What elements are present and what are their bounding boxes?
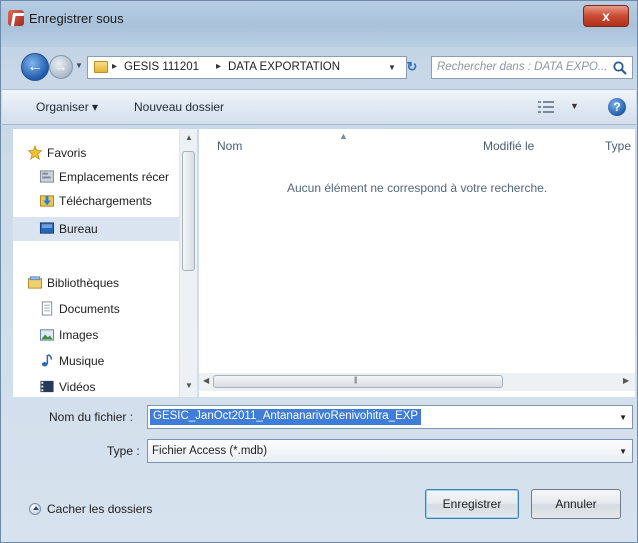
file-type-value: Fichier Access (*.mdb) [152,445,268,457]
nav-item-downloads[interactable]: Téléchargements [13,189,179,213]
nav-item-desktop[interactable]: Bureau [13,217,179,241]
window-title: Enregistrer sous [29,11,124,26]
music-icon [41,354,53,367]
nav-label: Téléchargements [59,194,152,208]
nav-item-images[interactable]: Images [13,323,179,347]
scroll-left-icon[interactable]: ◀ [203,376,209,385]
type-label: Type : [107,444,140,458]
collapse-icon [29,503,41,515]
nav-label: Favoris [47,146,87,160]
empty-results-message: Aucun élément ne correspond à votre rech… [287,181,548,195]
videos-icon [40,380,54,393]
star-icon [27,145,43,160]
organize-button[interactable]: Organiser ▾ [36,100,98,114]
scroll-down-icon[interactable]: ▼ [185,381,193,390]
nav-label: Bibliothèques [47,276,120,290]
breadcrumb-separator-icon[interactable]: ▸ [216,61,221,72]
breadcrumb-gesis[interactable]: GESIS 111201 [124,61,199,73]
nav-label: Musique [59,354,105,368]
save-button[interactable]: Enregistrer [425,489,519,519]
address-bar[interactable]: ▸ GESIS 111201 ▸ DATA EXPORTATION ▼ [87,56,407,79]
hide-folders-label: Cacher les dossiers [47,502,153,516]
back-button[interactable]: ← [21,53,49,81]
nav-item-recent-places[interactable]: Emplacements récer [13,165,179,189]
downloads-icon [39,195,55,207]
search-input[interactable]: Rechercher dans : DATA EXPO... [431,56,633,79]
nav-label: Images [59,328,99,342]
search-placeholder: Rechercher dans : DATA EXPO... [437,61,608,73]
nav-label: Bureau [59,222,98,236]
grip-icon: ||| [354,377,358,384]
nav-label: Emplacements récer [59,170,170,184]
app-icon [8,10,24,26]
folder-icon [94,61,108,73]
filename-field[interactable]: GESIC_JanOct2011_AntananarivoRenivohitra… [147,405,633,429]
desktop-icon [39,222,55,234]
scrollbar-thumb[interactable]: ||| [213,375,503,388]
address-dropdown-icon[interactable]: ▼ [388,63,396,72]
nav-item-libraries[interactable]: Bibliothèques [13,271,179,295]
column-header-modified[interactable]: Modifié le [483,139,534,153]
address-row: ← → ▼ ▸ GESIS 111201 ▸ DATA EXPORTATION … [1,47,637,87]
scroll-right-icon[interactable]: ▶ [623,376,629,385]
refresh-icon[interactable]: ↻ [401,57,423,78]
nav-item-videos[interactable]: Vidéos [13,375,179,399]
forward-button[interactable]: → [49,55,73,79]
navigation-pane: Favoris Emplacements récer Téléchargemen… [13,129,197,397]
images-icon [39,329,55,341]
help-icon[interactable]: ? [608,98,626,116]
new-folder-button[interactable]: Nouveau dossier [134,100,224,114]
cancel-button[interactable]: Annuler [531,489,621,519]
file-list-pane: Nom ▲ Modifié le Type Aucun élément ne c… [199,129,635,397]
sort-indicator-icon: ▲ [339,131,348,141]
command-bar: Organiser ▾ Nouveau dossier ▼ ? [2,89,636,125]
file-type-select[interactable]: Fichier Access (*.mdb) ▼ [147,439,633,463]
title-bar: Enregistrer sous x [1,1,637,47]
close-button[interactable]: x [583,5,629,27]
documents-icon [41,301,53,316]
libraries-icon [27,276,43,289]
nav-item-favorites[interactable]: Favoris [13,141,179,165]
breadcrumb-separator-icon[interactable]: ▸ [112,61,117,72]
save-as-dialog: Enregistrer sous x ← → ▼ ▸ GESIS 111201 … [0,0,638,543]
history-dropdown-icon[interactable]: ▼ [75,61,83,70]
search-icon[interactable] [612,60,628,76]
filename-label: Nom du fichier : [49,410,134,424]
file-type-dropdown-icon[interactable]: ▼ [619,447,627,456]
column-header-name[interactable]: Nom [217,139,242,153]
filename-value: GESIC_JanOct2011_AntananarivoRenivohitra… [150,409,422,425]
breadcrumb-data-exportation[interactable]: DATA EXPORTATION [228,61,340,73]
horizontal-scrollbar[interactable]: ◀ ||| ▶ [199,373,635,391]
filename-dropdown-icon[interactable]: ▼ [619,413,627,422]
nav-item-music[interactable]: Musique [13,349,179,373]
nav-label: Vidéos [59,380,96,394]
navigation-scrollbar[interactable]: ▲ ▼ [179,129,197,397]
view-options-icon[interactable] [538,100,554,114]
nav-label: Documents [59,302,120,316]
view-dropdown-icon[interactable]: ▼ [570,101,579,111]
recent-places-icon [39,170,55,183]
scrollbar-thumb[interactable] [182,151,195,271]
nav-item-documents[interactable]: Documents [13,297,179,321]
scroll-up-icon[interactable]: ▲ [185,133,193,142]
column-header-type[interactable]: Type [605,139,631,153]
